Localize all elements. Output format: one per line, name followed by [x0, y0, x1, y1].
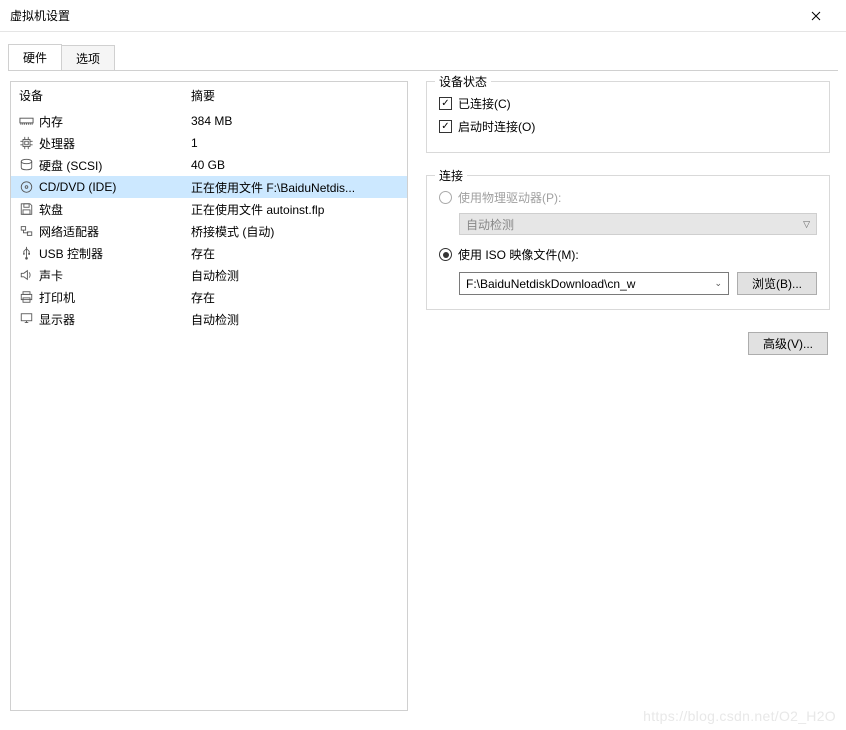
hw-summary: 存在 — [191, 245, 403, 262]
printer-icon — [17, 289, 35, 305]
list-header: 设备 摘要 — [11, 82, 407, 110]
group-title-connection: 连接 — [435, 167, 467, 184]
hw-name: CD/DVD (IDE) — [39, 180, 191, 194]
disk-icon — [17, 157, 35, 173]
hw-name: USB 控制器 — [39, 245, 191, 262]
hw-row-printer[interactable]: 打印机存在 — [11, 286, 407, 308]
hw-summary: 存在 — [191, 289, 403, 306]
group-device-status: 设备状态 已连接(C) 启动时连接(O) — [426, 81, 830, 153]
combo-physical-value: 自动检测 — [466, 216, 514, 233]
hw-row-disk[interactable]: 硬盘 (SCSI)40 GB — [11, 154, 407, 176]
label-connected: 已连接(C) — [458, 95, 511, 112]
radio-iso[interactable] — [439, 248, 452, 261]
chevron-down-icon: ⌄ — [714, 278, 722, 289]
tab-options[interactable]: 选项 — [62, 45, 115, 71]
radio-physical[interactable] — [439, 191, 452, 204]
label-iso: 使用 ISO 映像文件(M): — [458, 246, 579, 263]
hw-row-floppy[interactable]: 软盘正在使用文件 autoinst.flp — [11, 198, 407, 220]
watermark: https://blog.csdn.net/O2_H2O — [643, 708, 836, 724]
check-connected-row[interactable]: 已连接(C) — [439, 92, 817, 115]
checkbox-poweron[interactable] — [439, 120, 452, 133]
combo-physical-drive: 自动检测 ▽ — [459, 213, 817, 235]
iso-row: F:\BaiduNetdiskDownload\cn_w ⌄ 浏览(B)... — [459, 272, 817, 295]
header-device: 设备 — [19, 87, 191, 104]
hw-name: 软盘 — [39, 201, 191, 218]
check-poweron-row[interactable]: 启动时连接(O) — [439, 115, 817, 138]
tab-underline — [8, 70, 838, 71]
hw-row-sound[interactable]: 声卡自动检测 — [11, 264, 407, 286]
hw-summary: 正在使用文件 F:\BaiduNetdis... — [191, 179, 403, 196]
hw-name: 声卡 — [39, 267, 191, 284]
hw-name: 处理器 — [39, 135, 191, 152]
hw-summary: 384 MB — [191, 114, 403, 128]
advanced-button[interactable]: 高级(V)... — [748, 332, 828, 355]
hw-row-memory[interactable]: 内存384 MB — [11, 110, 407, 132]
hw-row-cpu[interactable]: 处理器1 — [11, 132, 407, 154]
memory-icon — [17, 113, 35, 129]
cd-icon — [17, 179, 35, 195]
iso-path-combo[interactable]: F:\BaiduNetdiskDownload\cn_w ⌄ — [459, 272, 729, 295]
hw-row-network[interactable]: 网络适配器桥接模式 (自动) — [11, 220, 407, 242]
cpu-icon — [17, 135, 35, 151]
advanced-row: 高级(V)... — [426, 332, 830, 355]
iso-path-value: F:\BaiduNetdiskDownload\cn_w — [466, 277, 635, 291]
browse-button[interactable]: 浏览(B)... — [737, 272, 817, 295]
hw-summary: 1 — [191, 136, 403, 150]
hw-name: 打印机 — [39, 289, 191, 306]
display-icon — [17, 311, 35, 327]
detail-panel: 设备状态 已连接(C) 启动时连接(O) 连接 使用物理驱动器(P): 自动检测… — [426, 81, 836, 711]
hw-name: 网络适配器 — [39, 223, 191, 240]
hw-summary: 自动检测 — [191, 267, 403, 284]
content: 设备 摘要 内存384 MB处理器1硬盘 (SCSI)40 GBCD/DVD (… — [0, 71, 846, 721]
hw-summary: 桥接模式 (自动) — [191, 223, 403, 240]
group-title-status: 设备状态 — [435, 73, 491, 90]
close-icon — [811, 11, 821, 21]
close-button[interactable] — [796, 2, 836, 30]
window-title: 虚拟机设置 — [10, 7, 796, 24]
titlebar: 虚拟机设置 — [0, 0, 846, 32]
radio-iso-row[interactable]: 使用 ISO 映像文件(M): — [439, 243, 817, 266]
usb-icon — [17, 245, 35, 261]
floppy-icon — [17, 201, 35, 217]
label-physical: 使用物理驱动器(P): — [458, 189, 561, 206]
hw-summary: 自动检测 — [191, 311, 403, 328]
hw-row-cd[interactable]: CD/DVD (IDE)正在使用文件 F:\BaiduNetdis... — [11, 176, 407, 198]
tabs: 硬件 选项 — [0, 36, 846, 70]
hw-name: 硬盘 (SCSI) — [39, 157, 191, 174]
hw-name: 显示器 — [39, 311, 191, 328]
hardware-list: 设备 摘要 内存384 MB处理器1硬盘 (SCSI)40 GBCD/DVD (… — [10, 81, 408, 711]
radio-physical-row[interactable]: 使用物理驱动器(P): — [439, 186, 817, 209]
hw-name: 内存 — [39, 113, 191, 130]
header-summary: 摘要 — [191, 87, 399, 104]
label-poweron: 启动时连接(O) — [458, 118, 535, 135]
group-connection: 连接 使用物理驱动器(P): 自动检测 ▽ 使用 ISO 映像文件(M): F:… — [426, 175, 830, 310]
chevron-down-icon: ▽ — [803, 219, 810, 230]
network-icon — [17, 223, 35, 239]
hw-row-display[interactable]: 显示器自动检测 — [11, 308, 407, 330]
hw-row-usb[interactable]: USB 控制器存在 — [11, 242, 407, 264]
hw-summary: 40 GB — [191, 158, 403, 172]
sound-icon — [17, 267, 35, 283]
tab-hardware[interactable]: 硬件 — [8, 44, 62, 70]
checkbox-connected[interactable] — [439, 97, 452, 110]
hw-summary: 正在使用文件 autoinst.flp — [191, 201, 403, 218]
